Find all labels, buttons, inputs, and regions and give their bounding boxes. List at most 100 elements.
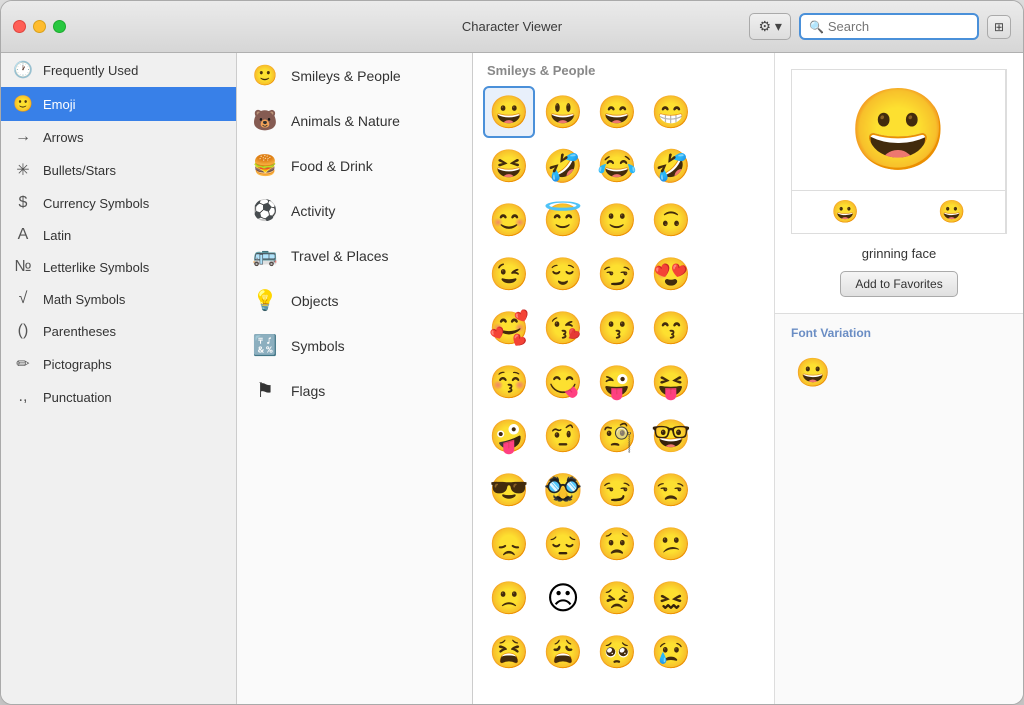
sidebar-left-label-parentheses: Parentheses (43, 324, 116, 339)
grid-view-button[interactable]: ⊞ (987, 15, 1011, 39)
sidebar-mid-item-symbols[interactable]: 🔣 Symbols (237, 323, 472, 368)
sidebar-mid-item-objects[interactable]: 💡 Objects (237, 278, 472, 323)
sidebar-mid-icon-travel: 🚌 (251, 243, 279, 268)
emoji-cell-38[interactable]: 😣 (591, 572, 643, 624)
sidebar-mid-item-activity[interactable]: ⚽ Activity (237, 188, 472, 233)
sidebar-mid-icon-activity: ⚽ (251, 198, 279, 223)
emoji-cell-25[interactable]: 🤨 (537, 410, 589, 462)
emoji-cell-42[interactable]: 🥺 (591, 626, 643, 678)
traffic-lights (13, 20, 66, 33)
font-variation-title: Font Variation (791, 326, 1007, 340)
emoji-cell-19[interactable]: 😙 (645, 302, 697, 354)
emoji-cell-36[interactable]: 🙁 (483, 572, 535, 624)
emoji-cell-43[interactable]: 😢 (645, 626, 697, 678)
emoji-cell-39[interactable]: 😖 (645, 572, 697, 624)
emoji-cell-20[interactable]: 😚 (483, 356, 535, 408)
sidebar-mid-icon-objects: 💡 (251, 288, 279, 313)
emoji-cell-30[interactable]: 😏 (591, 464, 643, 516)
emoji-grid-section: Smileys & People 😀😃😄😁😆🤣😂🤣😊😇🙂🙃😉😌😏😍🥰😘😗😙😚😋😜… (473, 53, 775, 704)
sidebar-mid-item-travel[interactable]: 🚌 Travel & Places (237, 233, 472, 278)
emoji-cell-9[interactable]: 😇 (537, 194, 589, 246)
emoji-cell-4[interactable]: 😆 (483, 140, 535, 192)
emoji-cell-16[interactable]: 🥰 (483, 302, 535, 354)
emoji-grid: 😀😃😄😁😆🤣😂🤣😊😇🙂🙃😉😌😏😍🥰😘😗😙😚😋😜😝🤪🤨🧐🤓😎🥸😏😒😞😔😟😕🙁☹😣😖… (483, 86, 764, 678)
sidebar-mid-label-animals: Animals & Nature (291, 113, 400, 129)
emoji-cell-22[interactable]: 😜 (591, 356, 643, 408)
sidebar-left-item-latin[interactable]: A Latin (1, 219, 236, 251)
emoji-cell-11[interactable]: 🙃 (645, 194, 697, 246)
emoji-cell-8[interactable]: 😊 (483, 194, 535, 246)
emoji-cell-40[interactable]: 😫 (483, 626, 535, 678)
search-box: 🔍 (799, 13, 979, 40)
main-content: 🕐 Frequently Used🙂 Emoji→ Arrows✳ Bullet… (1, 53, 1023, 704)
sidebar-left-label-math: Math Symbols (43, 292, 125, 307)
emoji-cell-1[interactable]: 😃 (537, 86, 589, 138)
sidebar-mid-item-smileys[interactable]: 🙂 Smileys & People (237, 53, 472, 98)
emoji-cell-26[interactable]: 🧐 (591, 410, 643, 462)
emoji-cell-10[interactable]: 🙂 (591, 194, 643, 246)
emoji-cell-29[interactable]: 🥸 (537, 464, 589, 516)
emoji-cell-2[interactable]: 😄 (591, 86, 643, 138)
emoji-cell-5[interactable]: 🤣 (537, 140, 589, 192)
sidebar-left-icon-frequently-used: 🕐 (13, 60, 33, 80)
sidebar-left-item-math[interactable]: √ Math Symbols (1, 283, 236, 315)
emoji-cell-24[interactable]: 🤪 (483, 410, 535, 462)
sidebar-left-item-letterlike[interactable]: № Letterlike Symbols (1, 251, 236, 283)
search-input[interactable] (828, 19, 968, 34)
sidebar-mid-item-animals[interactable]: 🐻 Animals & Nature (237, 98, 472, 143)
titlebar: Character Viewer ⚙ ▾ 🔍 ⊞ (1, 1, 1023, 53)
sidebar-left-item-parentheses[interactable]: () Parentheses (1, 315, 236, 347)
sidebar-mid-label-objects: Objects (291, 293, 338, 309)
emoji-cell-18[interactable]: 😗 (591, 302, 643, 354)
emoji-cell-35[interactable]: 😕 (645, 518, 697, 570)
emoji-cell-34[interactable]: 😟 (591, 518, 643, 570)
emoji-cell-37[interactable]: ☹ (537, 572, 589, 624)
minimize-button[interactable] (33, 20, 46, 33)
font-var-cell-0[interactable]: 😀 (791, 350, 835, 394)
sidebar-left-icon-letterlike: № (13, 258, 33, 276)
emoji-cell-15[interactable]: 😍 (645, 248, 697, 300)
sidebar-left-item-punctuation[interactable]: ., Punctuation (1, 381, 236, 413)
emoji-cell-3[interactable]: 😁 (645, 86, 697, 138)
sidebar-left-label-arrows: Arrows (43, 130, 83, 145)
emoji-cell-17[interactable]: 😘 (537, 302, 589, 354)
emoji-cell-33[interactable]: 😔 (537, 518, 589, 570)
emoji-cell-28[interactable]: 😎 (483, 464, 535, 516)
emoji-cell-31[interactable]: 😒 (645, 464, 697, 516)
preview-area: 😀 😀 😀 grinning face Add to Favorites (775, 53, 1023, 314)
emoji-cell-32[interactable]: 😞 (483, 518, 535, 570)
sidebar-left-item-arrows[interactable]: → Arrows (1, 121, 236, 153)
add-to-favorites-button[interactable]: Add to Favorites (840, 271, 957, 297)
sidebar-left-item-pictographs[interactable]: ✏ Pictographs (1, 347, 236, 381)
sidebar-left-label-letterlike: Letterlike Symbols (43, 260, 149, 275)
small-emoji-preview-1: 😀 (792, 191, 899, 233)
sidebar-mid: 🙂 Smileys & People🐻 Animals & Nature🍔 Fo… (237, 53, 473, 704)
emoji-cell-12[interactable]: 😉 (483, 248, 535, 300)
emoji-cell-13[interactable]: 😌 (537, 248, 589, 300)
gear-button[interactable]: ⚙ ▾ (749, 13, 790, 40)
sidebar-left-item-frequently-used[interactable]: 🕐 Frequently Used (1, 53, 236, 87)
sidebar-mid-item-flags[interactable]: ⚑ Flags (237, 368, 472, 413)
sidebar-left-label-currency: Currency Symbols (43, 196, 149, 211)
window-title: Character Viewer (462, 19, 562, 34)
emoji-section-title: Smileys & People (483, 63, 764, 78)
sidebar-mid-icon-animals: 🐻 (251, 108, 279, 133)
emoji-cell-6[interactable]: 😂 (591, 140, 643, 192)
sidebar-mid-label-flags: Flags (291, 383, 325, 399)
sidebar-left-item-currency[interactable]: $ Currency Symbols (1, 187, 236, 219)
emoji-cell-41[interactable]: 😩 (537, 626, 589, 678)
emoji-cell-27[interactable]: 🤓 (645, 410, 697, 462)
emoji-name-label: grinning face (862, 246, 936, 261)
toolbar-right: ⚙ ▾ 🔍 ⊞ (749, 13, 1011, 40)
sidebar-mid-icon-food: 🍔 (251, 153, 279, 178)
emoji-cell-0[interactable]: 😀 (483, 86, 535, 138)
emoji-cell-7[interactable]: 🤣 (645, 140, 697, 192)
emoji-cell-14[interactable]: 😏 (591, 248, 643, 300)
emoji-cell-23[interactable]: 😝 (645, 356, 697, 408)
close-button[interactable] (13, 20, 26, 33)
sidebar-left-item-emoji[interactable]: 🙂 Emoji (1, 87, 236, 121)
emoji-cell-21[interactable]: 😋 (537, 356, 589, 408)
sidebar-left-item-bullets[interactable]: ✳ Bullets/Stars (1, 153, 236, 187)
sidebar-mid-item-food[interactable]: 🍔 Food & Drink (237, 143, 472, 188)
maximize-button[interactable] (53, 20, 66, 33)
